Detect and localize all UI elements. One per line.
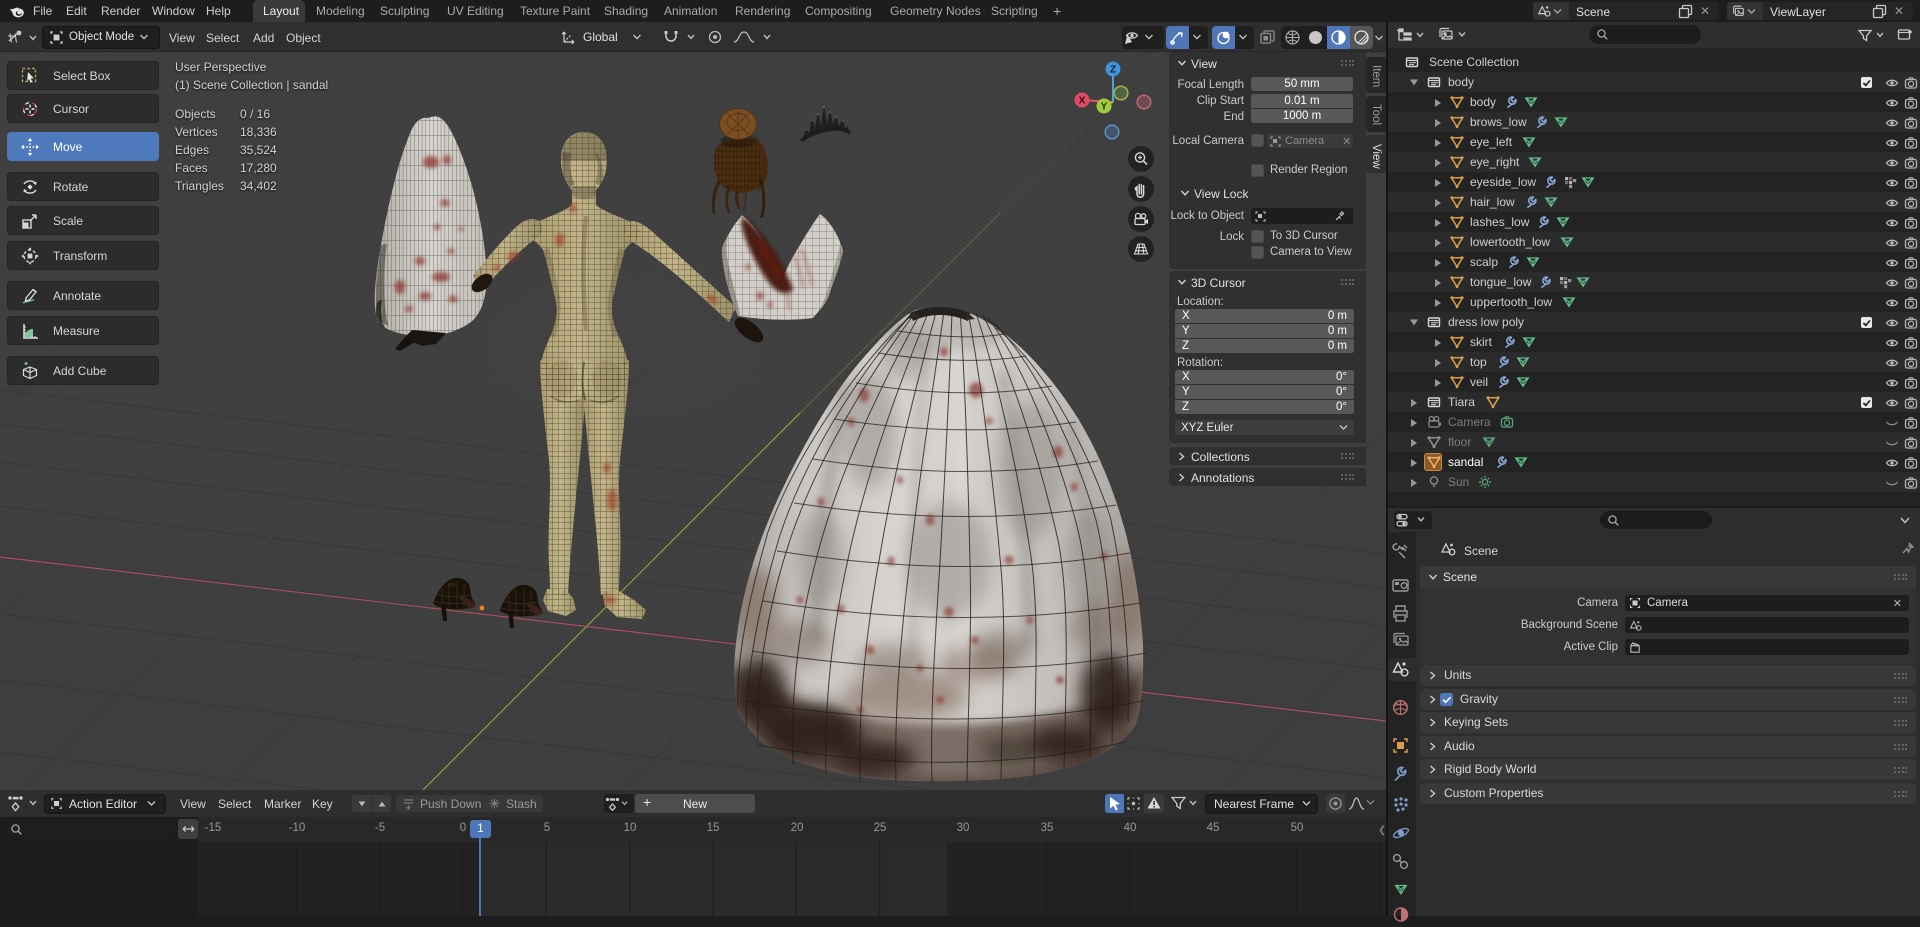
svg-text:Y: Y: [1101, 102, 1108, 113]
svg-text:X: X: [1079, 96, 1086, 107]
svg-text:Z: Z: [1110, 65, 1116, 76]
